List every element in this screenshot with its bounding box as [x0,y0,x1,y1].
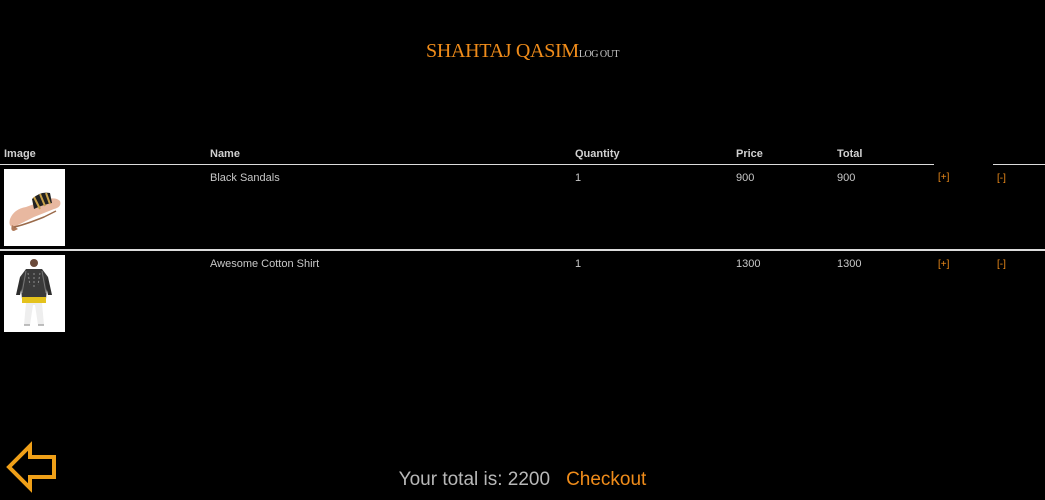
increase-quantity-button[interactable]: [+] [938,172,949,183]
cart-page: SHAHTAJ QASIMLOG OUT Image Name Quantity… [0,0,1045,500]
cell-decrease: [-] [993,164,1045,250]
column-header-quantity: Quantity [571,143,732,165]
shirt-thumbnail [4,255,65,332]
sandal-thumbnail [4,168,65,246]
cell-total: 900 [837,171,856,184]
cell-price: 1300 [732,249,833,336]
cart-total: Your total is: 2200 [398,469,551,490]
column-header-decrease [993,143,1045,165]
cart-table: Image Name Quantity Price Total Black Sa… [0,143,1045,336]
cell-total: 1300 [833,249,934,336]
cell-image [0,249,206,336]
cell-increase: [+] [934,249,993,336]
column-header-price: Price [732,143,833,165]
user-name: SHAHTAJ QASIM [426,40,579,62]
table-row: Awesome Cotton Shirt 1 1300 1300 [+] [-] [0,249,1045,336]
increase-quantity-button[interactable]: [+] [938,259,949,270]
cell-image [0,164,206,250]
column-header-image: Image [0,143,206,165]
page-header: SHAHTAJ QASIMLOG OUT [0,40,1045,63]
cell-decrease: [-] [993,249,1045,336]
column-header-increase [934,143,993,164]
cell-quantity: 1 [575,171,582,184]
column-header-total: Total [833,143,934,165]
table-header-row: Image Name Quantity Price Total [0,143,1045,165]
cart-footer: Your total is: 2200 Checkout [0,469,1045,491]
checkout-button[interactable]: Checkout [566,469,646,490]
cell-name: Black Sandals [210,171,280,184]
decrease-quantity-button[interactable]: [-] [997,259,1006,270]
logout-link[interactable]: LOG OUT [579,49,620,60]
cell-increase: [+] [934,164,993,250]
cell-quantity: 1 [571,249,732,336]
table-row: Black Sandals 1 900 900 [+] [-] [0,164,1045,250]
column-header-name: Name [206,143,571,165]
cell-name: Awesome Cotton Shirt [206,249,571,336]
cell-price: 900 [736,171,755,184]
decrease-quantity-button[interactable]: [-] [997,173,1006,184]
